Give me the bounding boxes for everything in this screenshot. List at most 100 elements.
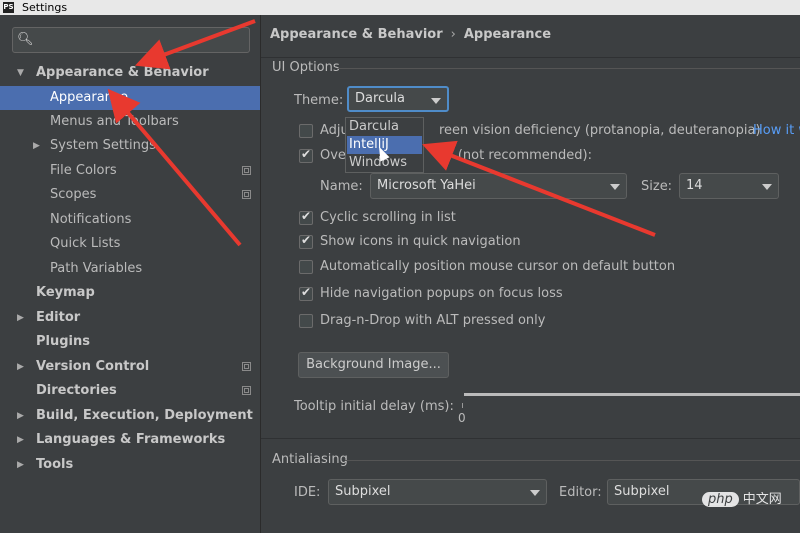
- sidebar-item-label: Keymap: [36, 285, 95, 300]
- sidebar-item-label: Menus and Toolbars: [50, 114, 179, 129]
- editor-antialiasing-value: Subpixel: [614, 484, 670, 499]
- section-title-ui-options: UI Options: [272, 60, 340, 75]
- sidebar-item-label: Build, Execution, Deployment: [36, 408, 253, 423]
- chevron-down-icon: [530, 490, 540, 496]
- drag-drop-label: Drag-n-Drop with ALT pressed only: [320, 313, 546, 328]
- sidebar-item-label: Version Control: [36, 359, 150, 374]
- sidebar-item-tools[interactable]: ▶ Tools: [0, 453, 260, 477]
- theme-dropdown-list[interactable]: Darcula IntelliJ Windows: [345, 117, 424, 173]
- settings-content: Appearance & Behavior › Appearance UI Opti…: [261, 15, 800, 533]
- sidebar-item-languages[interactable]: ▶ Languages & Frameworks: [0, 428, 260, 452]
- auto-cursor-label: Automatically position mouse cursor on d…: [320, 259, 676, 274]
- sidebar-item-plugins[interactable]: Plugins: [0, 330, 260, 354]
- slider-tick: [462, 403, 463, 408]
- sidebar-item-label: Tools: [36, 457, 74, 472]
- cyclic-scrolling-label: Cyclic scrolling in list: [320, 210, 456, 225]
- project-level-icon: [242, 386, 251, 395]
- adjust-colors-label-suffix: reen vision deficiency (protanopia, deut…: [439, 123, 761, 138]
- sidebar-item-keymap[interactable]: Keymap: [0, 281, 260, 305]
- how-it-works-link[interactable]: How it w: [753, 123, 800, 138]
- section-title-antialiasing: Antialiasing: [272, 452, 348, 467]
- sidebar-item-appearance-behavior[interactable]: ▼ Appearance & Behavior: [0, 61, 260, 85]
- ide-antialiasing-value: Subpixel: [335, 484, 391, 499]
- font-name-label: Name:: [320, 179, 363, 194]
- collapsed-arrow-icon[interactable]: ▶: [17, 355, 24, 379]
- tooltip-delay-label: Tooltip initial delay (ms):: [294, 399, 454, 414]
- theme-value: Darcula: [355, 91, 406, 106]
- sidebar-item-label: Languages & Frameworks: [36, 432, 226, 447]
- sidebar-item-version-control[interactable]: ▶ Version Control: [0, 355, 260, 379]
- background-image-button[interactable]: Background Image...: [298, 352, 449, 378]
- breadcrumb-parent[interactable]: Appearance & Behavior: [270, 27, 443, 42]
- theme-combobox[interactable]: Darcula: [347, 86, 449, 112]
- hide-popups-checkbox[interactable]: [299, 285, 313, 301]
- slider-tick-label: 0: [458, 411, 466, 425]
- collapsed-arrow-icon[interactable]: ▶: [17, 306, 24, 330]
- show-icons-checkbox[interactable]: [299, 233, 313, 249]
- override-fonts-checkbox[interactable]: [299, 147, 313, 163]
- sidebar-item-appearance[interactable]: Appearance: [0, 86, 260, 110]
- font-size-combobox[interactable]: 14: [679, 173, 779, 199]
- header-divider: [261, 57, 800, 58]
- sidebar-item-label: System Settings: [50, 138, 156, 153]
- app-logo-icon: PS: [3, 2, 14, 13]
- expanded-arrow-icon[interactable]: ▼: [17, 61, 24, 85]
- sidebar-item-directories[interactable]: Directories: [0, 379, 260, 403]
- project-level-icon: [242, 166, 251, 175]
- chevron-down-icon: [610, 184, 620, 190]
- sidebar-item-label: Path Variables: [50, 261, 143, 276]
- section-separator: [345, 460, 800, 461]
- show-icons-label: Show icons in quick navigation: [320, 234, 521, 249]
- chevron-down-icon: [431, 98, 441, 104]
- auto-cursor-checkbox[interactable]: [299, 260, 313, 274]
- window-title: Settings: [22, 1, 68, 14]
- search-input[interactable]: [37, 31, 246, 51]
- sidebar-item-label: Editor: [36, 310, 81, 325]
- sidebar-item-label: Plugins: [36, 334, 90, 349]
- breadcrumb: Appearance & Behavior › Appearance: [270, 27, 551, 42]
- chevron-down-icon: [762, 184, 772, 190]
- breadcrumb-current: Appearance: [463, 27, 552, 42]
- override-fonts-label-suffix: y (not recommended):: [446, 148, 592, 163]
- collapsed-arrow-icon[interactable]: ▶: [17, 428, 24, 452]
- sidebar-item-label: Notifications: [50, 212, 132, 227]
- font-name-combobox[interactable]: Microsoft YaHei: [370, 173, 627, 199]
- project-level-icon: [242, 190, 251, 199]
- tooltip-delay-slider[interactable]: [464, 393, 800, 396]
- cyclic-scrolling-checkbox[interactable]: [299, 209, 313, 225]
- hide-popups-label: Hide navigation popups on focus loss: [320, 286, 563, 301]
- sidebar-item-quick-lists[interactable]: Quick Lists: [0, 232, 260, 256]
- section-separator: [337, 68, 800, 69]
- search-icon[interactable]: 🔍︎: [17, 32, 34, 47]
- adjust-colors-checkbox[interactable]: [299, 124, 313, 138]
- sidebar-item-label: Directories: [36, 383, 117, 398]
- breadcrumb-separator: ›: [450, 27, 456, 42]
- search-box[interactable]: 🔍︎: [12, 27, 250, 53]
- project-level-icon: [242, 362, 251, 371]
- theme-option-darcula[interactable]: Darcula: [347, 118, 422, 136]
- sidebar-item-label: Quick Lists: [50, 236, 121, 251]
- font-size-label: Size:: [641, 179, 673, 194]
- sidebar-item-editor[interactable]: ▶ Editor: [0, 306, 260, 330]
- sidebar-item-scopes[interactable]: Scopes: [0, 183, 260, 207]
- site-watermark: php 中文网: [702, 488, 782, 507]
- sidebar-item-notifications[interactable]: Notifications: [0, 208, 260, 232]
- section-divider: [261, 438, 800, 439]
- sidebar-item-build[interactable]: ▶ Build, Execution, Deployment: [0, 404, 260, 428]
- collapsed-arrow-icon[interactable]: ▶: [17, 453, 24, 477]
- sidebar-item-system-settings[interactable]: ▶ System Settings: [0, 134, 260, 158]
- theme-label: Theme:: [294, 93, 344, 108]
- sidebar-item-file-colors[interactable]: File Colors: [0, 159, 260, 183]
- sidebar-item-label: Appearance: [50, 90, 129, 105]
- drag-drop-checkbox[interactable]: [299, 314, 313, 328]
- sidebar-item-path-variables[interactable]: Path Variables: [0, 257, 260, 281]
- sidebar-item-label: File Colors: [50, 163, 117, 178]
- title-bar: PS Settings: [0, 0, 800, 15]
- font-size-value: 14: [686, 178, 703, 193]
- collapsed-arrow-icon[interactable]: ▶: [33, 134, 40, 158]
- editor-label: Editor:: [559, 485, 602, 500]
- collapsed-arrow-icon[interactable]: ▶: [17, 404, 24, 428]
- ide-antialiasing-combobox[interactable]: Subpixel: [328, 479, 547, 505]
- sidebar-item-menus-toolbars[interactable]: Menus and Toolbars: [0, 110, 260, 134]
- settings-sidebar: 🔍︎ ▼ Appearance & Behavior Appearance Me…: [0, 15, 260, 533]
